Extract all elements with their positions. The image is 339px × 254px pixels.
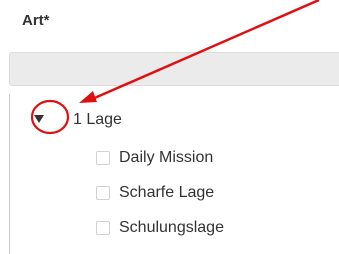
- tree-option-scharfe-lage[interactable]: Scharfe Lage: [96, 184, 214, 202]
- tree-option-daily-mission[interactable]: Daily Mission: [96, 149, 213, 167]
- filter-input[interactable]: [9, 52, 339, 86]
- option-label: Scharfe Lage: [119, 184, 215, 201]
- option-checkbox[interactable]: [96, 151, 110, 165]
- field-label: Art*: [22, 12, 50, 29]
- option-checkbox[interactable]: [96, 221, 110, 235]
- tree-option-schulungslage[interactable]: Schulungslage: [96, 219, 224, 237]
- option-label: Schulungslage: [119, 219, 224, 236]
- option-checkbox[interactable]: [96, 186, 110, 200]
- caret-down-icon[interactable]: [33, 113, 45, 125]
- tree-group-label: 1 Lage: [73, 111, 122, 128]
- option-label: Daily Mission: [119, 149, 214, 166]
